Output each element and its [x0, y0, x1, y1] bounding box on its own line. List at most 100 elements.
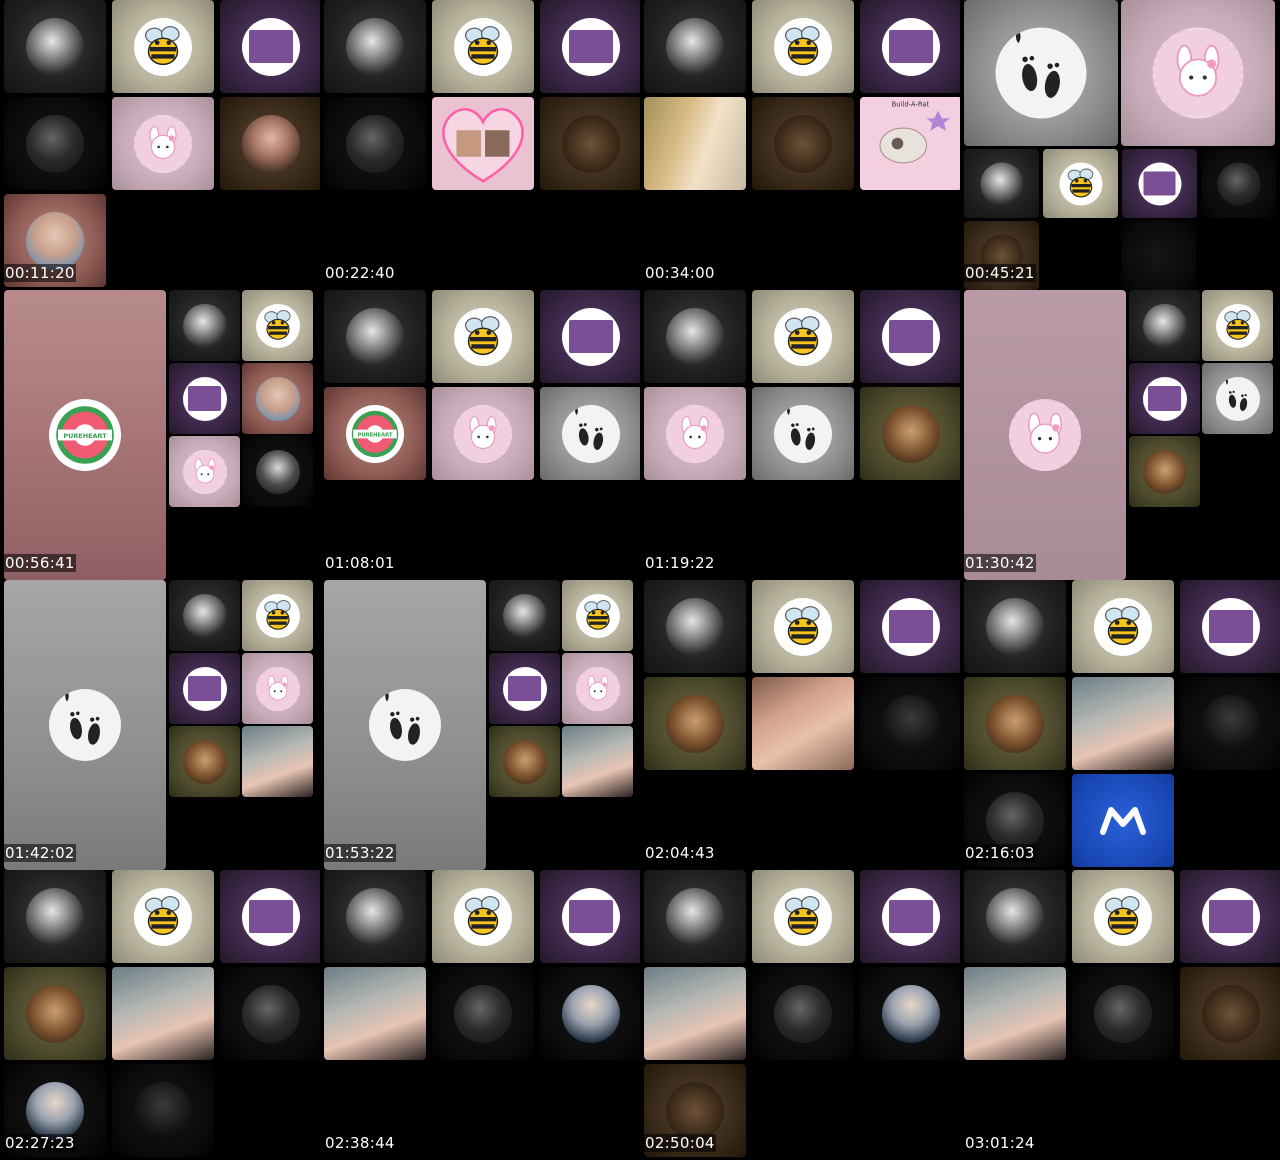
thumbnail-cell[interactable]: 02:50:04 — [640, 870, 960, 1160]
melody-icon — [1152, 27, 1244, 119]
timestamp-label: 01:53:22 — [324, 844, 396, 862]
dogs-tile — [1180, 967, 1280, 1060]
m-logo-icon — [1072, 774, 1174, 867]
thumbnail-cell[interactable]: 02:27:23 — [0, 870, 320, 1160]
heart-frame-icon — [432, 97, 534, 190]
profile-face-tile — [964, 580, 1066, 673]
avatar — [454, 984, 512, 1043]
footprints-tile — [4, 580, 166, 870]
timestamp-label: 00:34:00 — [644, 264, 716, 282]
bee-tile — [1072, 580, 1174, 673]
profile-face-tile — [324, 870, 426, 963]
dark-avatar-tile — [4, 97, 106, 190]
avatar — [1202, 984, 1260, 1043]
avatar — [255, 449, 300, 494]
bee-tile — [432, 290, 534, 383]
camera-feed-tile — [644, 967, 746, 1060]
timestamp-label: 01:08:01 — [324, 554, 396, 572]
avatar — [502, 739, 547, 784]
melody-icon — [454, 404, 512, 463]
profile-face-tile — [324, 290, 426, 383]
purple-logo-tile — [169, 653, 240, 724]
bee-icon — [134, 17, 192, 76]
melody-icon — [666, 404, 724, 463]
avatar — [255, 376, 300, 421]
avatar — [666, 1081, 724, 1140]
avatar — [502, 593, 547, 638]
purple-logo-tile — [220, 0, 320, 93]
feet-icon — [1215, 376, 1260, 421]
pureheart-tile: PUREHEART — [324, 387, 426, 480]
svg-text:PUREHEART: PUREHEART — [63, 432, 107, 440]
thumbnail-cell[interactable]: 01:53:22 — [320, 580, 640, 870]
bee-icon — [774, 597, 832, 656]
bee-icon — [454, 307, 512, 366]
avatar — [182, 739, 227, 784]
footprints-tile — [964, 0, 1118, 146]
pink-bunny-tile — [169, 436, 240, 507]
bee-tile — [242, 580, 313, 651]
bee-tile — [562, 580, 633, 651]
thumbnail-cell[interactable]: 02:04:43 — [640, 580, 960, 870]
avatar — [666, 307, 724, 366]
badge-icon — [882, 597, 940, 656]
melon-icon: PUREHEART — [49, 399, 121, 471]
melody-icon — [182, 449, 227, 494]
bee-icon — [575, 593, 620, 638]
purple-logo-tile — [540, 870, 640, 963]
bee-tile — [432, 870, 534, 963]
purple-badge-icon — [248, 900, 294, 933]
dogs-tile — [752, 97, 854, 190]
thumbnail-cell[interactable]: 01:42:02 — [0, 580, 320, 870]
profile-face-tile — [644, 290, 746, 383]
dark-avatar-tile — [324, 97, 426, 190]
purple-logo-tile — [1129, 363, 1200, 434]
avatar — [26, 984, 84, 1043]
bee-tile — [242, 290, 313, 361]
purple-logo-tile — [220, 870, 320, 963]
badge-icon — [242, 17, 300, 76]
thumbnail-cell[interactable]: PUREHEART 00:56:41 — [0, 290, 320, 580]
avatar — [666, 17, 724, 76]
woman-tile — [169, 726, 240, 797]
camera-feed-tile — [1072, 677, 1174, 770]
avatar — [986, 887, 1044, 946]
thumbnail-cell[interactable]: 00:11:20 — [0, 0, 320, 290]
timestamp-label: 01:30:42 — [964, 554, 1036, 572]
avatar — [346, 114, 404, 173]
avatar — [980, 162, 1023, 205]
avatar — [1094, 984, 1152, 1043]
thumbnail-cell[interactable]: Build-A-Rat 00:34:00 — [640, 0, 960, 290]
thumbnail-cell[interactable]: 01:19:22 — [640, 290, 960, 580]
bee-tile — [1202, 290, 1273, 361]
bee-tile — [1072, 870, 1174, 963]
badge-icon — [1138, 162, 1181, 205]
purple-badge-icon — [888, 610, 934, 643]
badge-icon — [1142, 376, 1187, 421]
thumbnail-cell[interactable]: 00:45:21 — [960, 0, 1280, 290]
thumbnail-cell[interactable]: 01:30:42 — [960, 290, 1280, 580]
thumbnail-cell[interactable]: 02:16:03 — [960, 580, 1280, 870]
dark-avatar-tile — [1072, 967, 1174, 1060]
pink-bunny-tile — [644, 387, 746, 480]
uniform-tile — [860, 967, 960, 1060]
timestamp-label: 01:42:02 — [4, 844, 76, 862]
bee-icon — [255, 303, 300, 348]
profile-face-tile — [1129, 290, 1200, 361]
avatar — [562, 984, 620, 1043]
thumbnail-cell[interactable]: PUREHEART 01:08:01 — [320, 290, 640, 580]
thumbnail-cell[interactable]: 02:38:44 — [320, 870, 640, 1160]
melody-icon — [255, 666, 300, 711]
badge-icon — [502, 666, 547, 711]
thumbnail-cell[interactable]: 03:01:24 — [960, 870, 1280, 1160]
thumbnail-cell[interactable]: 00:22:40 — [320, 0, 640, 290]
bee-icon — [1094, 887, 1152, 946]
pink-bunny-tile — [562, 653, 633, 724]
bee-icon — [774, 887, 832, 946]
profile-face-tile — [489, 580, 560, 651]
bee-icon — [454, 887, 512, 946]
purple-badge-icon — [568, 320, 614, 353]
dogs-tile — [540, 97, 640, 190]
pink-bunny-tile — [112, 97, 214, 190]
avatar — [346, 17, 404, 76]
